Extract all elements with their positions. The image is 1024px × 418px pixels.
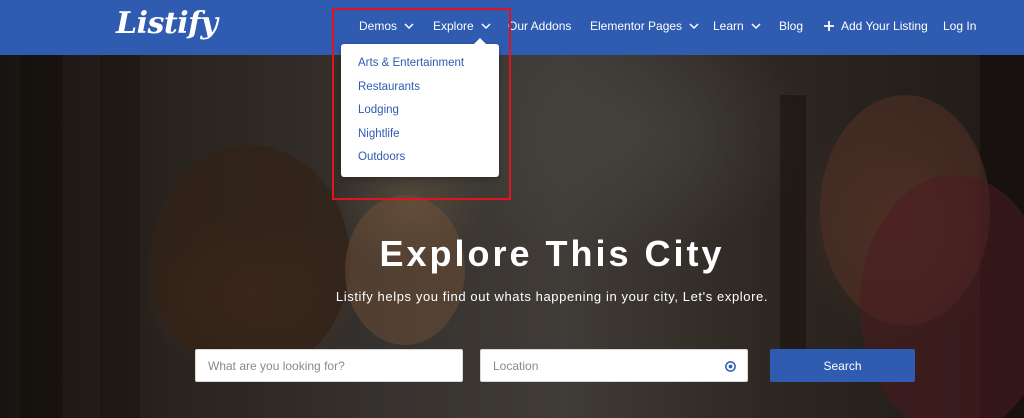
plus-icon: [824, 21, 834, 31]
hero-title: Explore This City: [379, 233, 725, 274]
location-search-field: [480, 349, 748, 382]
nav-learn[interactable]: Learn: [713, 19, 762, 33]
explore-dropdown-menu: Arts & Entertainment Restaurants Lodging…: [341, 38, 499, 177]
menu-item-arts-entertainment[interactable]: Arts & Entertainment: [358, 57, 464, 69]
search-button[interactable]: Search: [770, 349, 915, 382]
keyword-search-field: [195, 349, 463, 382]
top-navbar: Listify Demos Explore Our Addons Element…: [0, 0, 1024, 55]
chevron-down-icon: [751, 23, 761, 30]
nav-learn-label: Learn: [713, 19, 744, 33]
menu-item-outdoors[interactable]: Outdoors: [358, 151, 405, 163]
location-search-input[interactable]: [481, 350, 747, 381]
nav-explore-label: Explore: [433, 19, 474, 33]
nav-demos[interactable]: Demos: [359, 19, 415, 33]
menu-item-nightlife[interactable]: Nightlife: [358, 128, 400, 140]
chevron-down-icon: [689, 23, 699, 30]
chevron-down-icon: [481, 23, 491, 30]
nav-log-in-label: Log In: [943, 19, 977, 33]
nav-our-addons[interactable]: Our Addons: [508, 19, 571, 33]
nav-add-listing[interactable]: Add Your Listing: [823, 19, 928, 33]
nav-elementor-pages[interactable]: Elementor Pages: [590, 19, 700, 33]
nav-our-addons-label: Our Addons: [508, 19, 572, 33]
nav-explore[interactable]: Explore: [433, 19, 492, 33]
nav-blog-label: Blog: [779, 19, 804, 33]
hero-subtitle: Listify helps you find out whats happeni…: [335, 289, 769, 304]
nav-demos-label: Demos: [359, 19, 398, 33]
site-logo[interactable]: Listify: [116, 6, 218, 41]
menu-item-restaurants[interactable]: Restaurants: [358, 81, 420, 93]
nav-log-in[interactable]: Log In: [943, 19, 976, 33]
nav-add-listing-label: Add Your Listing: [841, 19, 928, 33]
nav-blog[interactable]: Blog: [779, 19, 803, 33]
keyword-search-input[interactable]: [196, 350, 462, 381]
chevron-down-icon: [404, 23, 414, 30]
menu-item-lodging[interactable]: Lodging: [358, 104, 399, 116]
nav-elementor-pages-label: Elementor Pages: [590, 19, 683, 33]
crosshair-icon[interactable]: [724, 360, 737, 373]
